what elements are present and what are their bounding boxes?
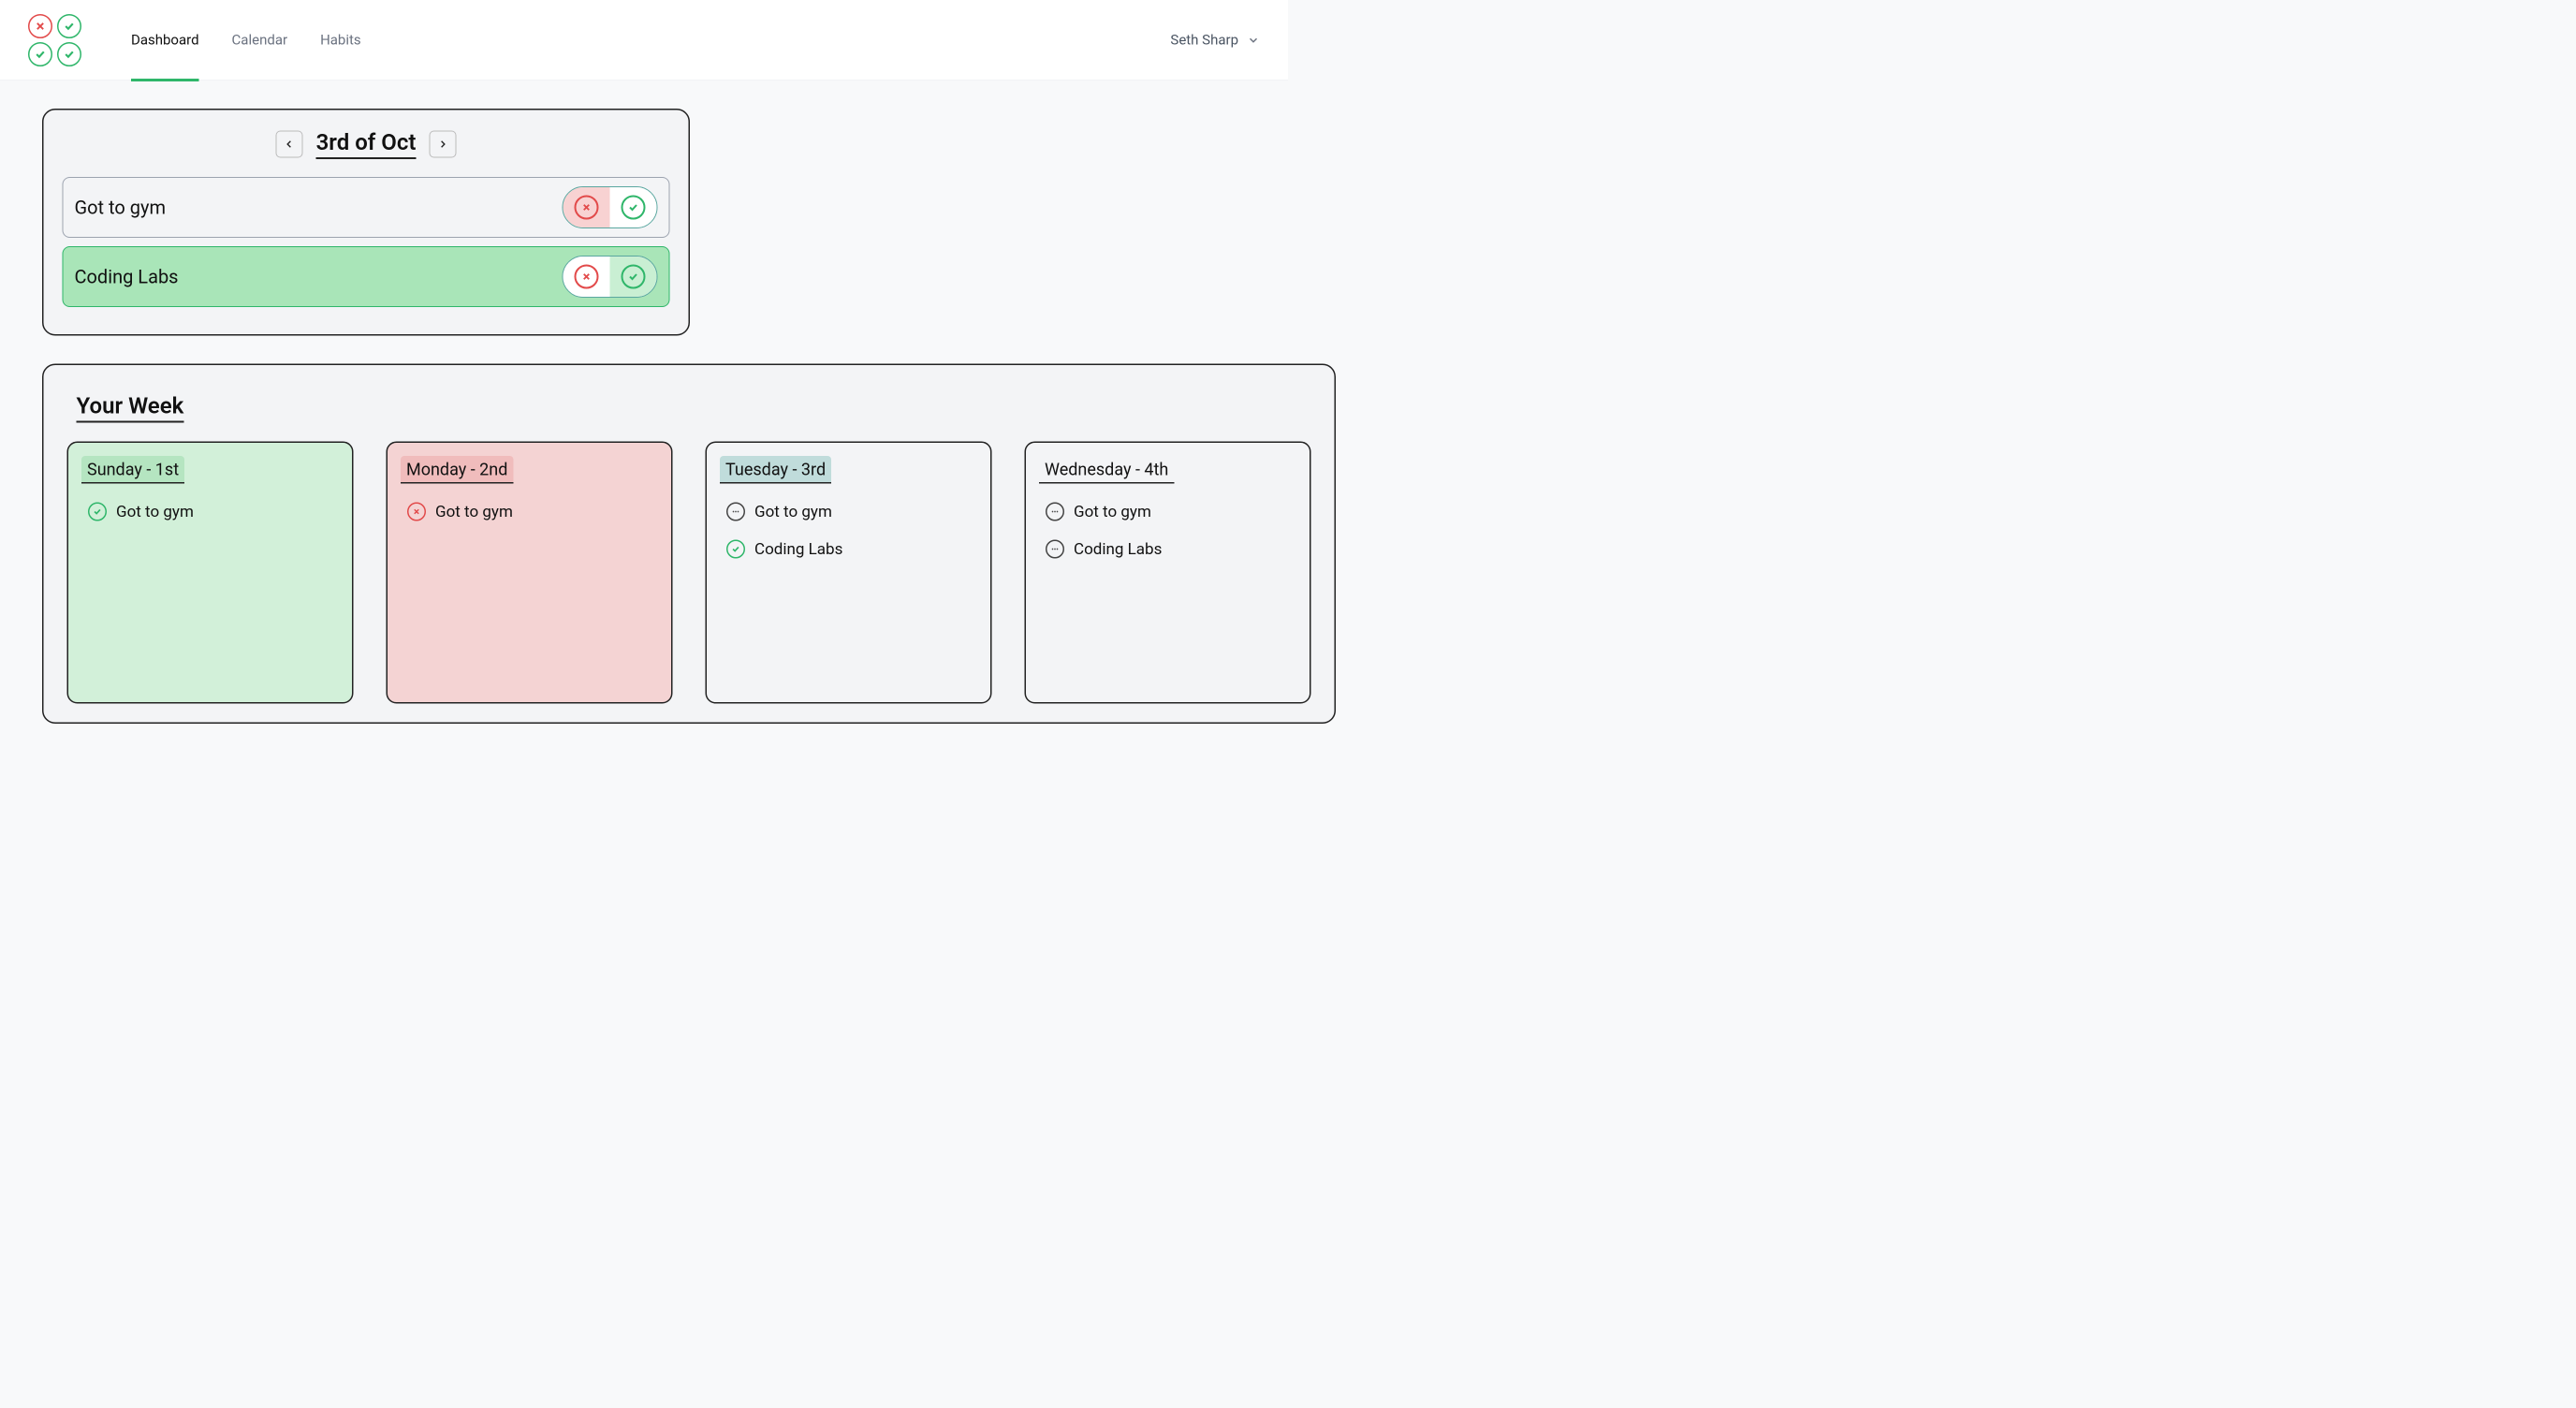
prev-day-button[interactable] [276, 130, 303, 157]
entry-name: Got to gym [116, 503, 194, 521]
week-card: Your Week Sunday - 1st Got to gym Monday… [42, 364, 1336, 725]
x-circle-icon [407, 503, 426, 521]
topbar: Dashboard Calendar Habits Seth Sharp [0, 0, 1288, 81]
main-nav: Dashboard Calendar Habits [131, 0, 361, 81]
x-circle-icon [575, 196, 599, 220]
habit-toggle [563, 186, 658, 228]
habit-toggle [563, 256, 658, 298]
nav-habits[interactable]: Habits [320, 2, 361, 82]
chevron-down-icon [1247, 34, 1260, 47]
mark-done-button[interactable] [610, 257, 657, 297]
app-logo [28, 14, 94, 66]
entry-name: Got to gym [754, 503, 832, 521]
habit-name: Got to gym [75, 197, 166, 219]
date-header: 3rd of Oct [63, 129, 670, 160]
x-circle-icon [575, 265, 599, 289]
entry-name: Got to gym [1074, 503, 1151, 521]
day-entry: Got to gym [1046, 503, 1290, 521]
day-entry: Got to gym [726, 503, 971, 521]
entry-name: Coding Labs [754, 540, 842, 559]
week-row: Sunday - 1st Got to gym Monday - 2nd Got… [63, 442, 1316, 704]
check-circle-icon [622, 265, 646, 289]
day-label: Tuesday - 3rd [720, 456, 831, 484]
day-label: Sunday - 1st [81, 456, 184, 484]
check-circle-icon [726, 540, 745, 559]
habit-row: Got to gym [63, 177, 670, 238]
logo-check-icon [57, 14, 81, 38]
week-day-sunday: Sunday - 1st Got to gym [67, 442, 354, 704]
week-day-tuesday: Tuesday - 3rd Got to gym Coding Labs [706, 442, 992, 704]
day-entry: Got to gym [407, 503, 651, 521]
check-circle-icon [88, 503, 107, 521]
day-entry: Got to gym [88, 503, 332, 521]
habit-name: Coding Labs [75, 266, 179, 288]
day-entry: Coding Labs [726, 540, 971, 559]
nav-calendar[interactable]: Calendar [232, 2, 288, 82]
today-card: 3rd of Oct Got to gym [42, 109, 690, 336]
current-date: 3rd of Oct [316, 129, 417, 160]
mark-missed-button[interactable] [564, 257, 610, 297]
check-circle-icon [622, 196, 646, 220]
week-day-wednesday: Wednesday - 4th Got to gym Coding Labs [1025, 442, 1311, 704]
ellipsis-circle-icon [1046, 540, 1064, 559]
user-name: Seth Sharp [1170, 32, 1238, 49]
next-day-button[interactable] [429, 130, 456, 157]
day-label: Monday - 2nd [401, 456, 513, 484]
nav-dashboard[interactable]: Dashboard [131, 2, 199, 82]
ellipsis-circle-icon [726, 503, 745, 521]
ellipsis-circle-icon [1046, 503, 1064, 521]
habit-row: Coding Labs [63, 246, 670, 307]
week-title: Your Week [77, 392, 184, 423]
mark-done-button[interactable] [610, 187, 657, 227]
mark-missed-button[interactable] [564, 187, 610, 227]
logo-x-icon [28, 14, 52, 38]
user-menu[interactable]: Seth Sharp [1170, 32, 1260, 49]
entry-name: Coding Labs [1074, 540, 1162, 559]
day-entry: Coding Labs [1046, 540, 1290, 559]
day-label: Wednesday - 4th [1039, 456, 1174, 484]
logo-check-icon [28, 42, 52, 66]
logo-check-icon [57, 42, 81, 66]
week-day-monday: Monday - 2nd Got to gym [387, 442, 673, 704]
entry-name: Got to gym [435, 503, 513, 521]
